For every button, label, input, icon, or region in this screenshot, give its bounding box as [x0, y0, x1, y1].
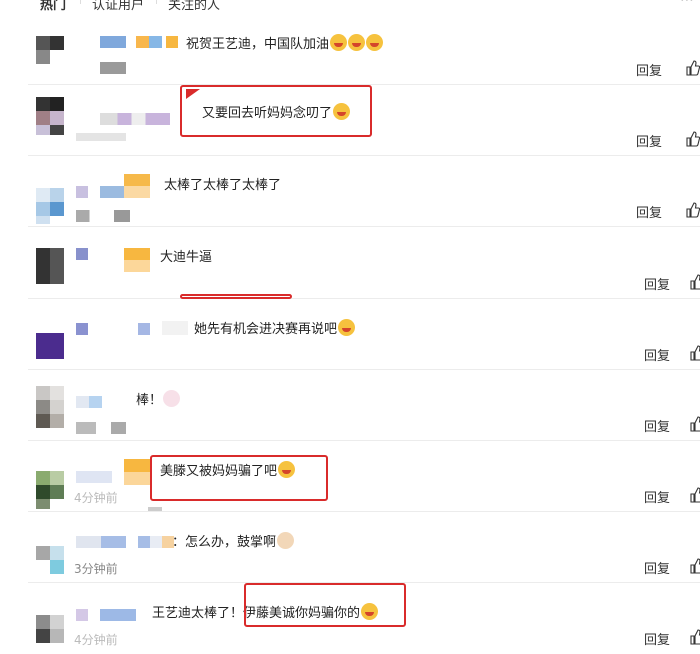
comment-item: 又要回去听妈妈念叨了 回复 [28, 85, 700, 156]
username-blurred[interactable] [76, 186, 88, 198]
comment-item: 大迪牛逼 回复 [28, 228, 700, 299]
comment-item: 棒！ 回复 [28, 370, 700, 441]
comment-text: 棒！ [136, 389, 181, 408]
user-badge-blurred [124, 248, 150, 272]
like-icon[interactable] [690, 487, 700, 503]
username-blurred[interactable] [76, 471, 112, 483]
like-icon[interactable] [690, 274, 700, 290]
timestamp-blurred [148, 507, 162, 511]
avatar[interactable] [36, 97, 64, 135]
tab-divider [80, 0, 81, 4]
avatar[interactable] [36, 382, 64, 428]
like-icon[interactable] [690, 629, 700, 645]
username-blurred[interactable] [100, 186, 126, 198]
comment-timestamp: 4分钟前 [74, 491, 118, 505]
comment-item: 4分钟前 美滕又被妈妈骗了吧 回复 [28, 441, 700, 512]
user-badge-blurred [124, 459, 150, 485]
comment-item: 4分钟前 王艺迪太棒了！伊藤美诚你妈骗你的 回复 [28, 583, 700, 654]
reply-button[interactable]: 回复 [644, 487, 670, 506]
crying-emoji-icon [338, 319, 356, 336]
user-badge-blurred [136, 36, 162, 48]
username-blurred[interactable] [138, 323, 150, 335]
comment-text: 太棒了太棒了太棒了 [164, 178, 282, 193]
tab-divider [156, 0, 157, 4]
tab-following[interactable]: 关注的人 [168, 0, 220, 13]
red-corner-mark [186, 89, 200, 99]
like-icon[interactable] [686, 60, 700, 76]
more-options-icon[interactable]: ⋯ [680, 0, 694, 8]
comment-text: 她先有机会进决赛再说吧 [194, 318, 356, 337]
reply-button[interactable]: 回复 [644, 558, 670, 577]
like-icon[interactable] [686, 202, 700, 218]
timestamp-blurred [76, 210, 130, 222]
comment-text: 祝贺王艺迪，中国队加油 [186, 33, 384, 52]
like-icon[interactable] [690, 345, 700, 361]
avatar[interactable] [36, 240, 64, 284]
tab-hot[interactable]: 热门 [40, 0, 66, 13]
crying-emoji-icon [330, 34, 348, 51]
avatar[interactable] [36, 168, 64, 224]
username-blurred[interactable] [138, 536, 174, 548]
reply-button[interactable]: 回复 [644, 274, 670, 293]
username-blurred[interactable] [76, 396, 102, 408]
username-blurred[interactable] [76, 248, 88, 260]
username-blurred[interactable] [76, 536, 126, 548]
comment-filter-bar: 热门 认证用户 关注的人 ⋯ [0, 0, 700, 14]
clapping-hands-icon [277, 532, 295, 549]
user-badge-blurred [166, 36, 178, 48]
like-icon[interactable] [686, 131, 700, 147]
user-badge-blurred [124, 174, 150, 198]
avatar[interactable] [36, 595, 64, 643]
timestamp-blurred [76, 422, 126, 434]
reply-button[interactable]: 回复 [636, 202, 662, 221]
highlight-box [244, 583, 406, 627]
crying-emoji-icon [366, 34, 384, 51]
reply-button[interactable]: 回复 [644, 629, 670, 648]
comment-text: ：怎么办，鼓掌啊 [172, 531, 295, 550]
bunny-emoji-icon [163, 390, 181, 407]
highlight-box [180, 85, 372, 137]
comment-item: ：怎么办，鼓掌啊 3分钟前 回复 [28, 512, 700, 583]
comment-item: 太棒了太棒了太棒了 回复 [28, 156, 700, 227]
username-blurred[interactable] [100, 609, 136, 621]
comment-text: 大迪牛逼 [160, 250, 213, 265]
comment-item: 祝贺王艺迪，中国队加油 回复 [28, 14, 700, 85]
comment-timestamp: 3分钟前 [74, 562, 118, 576]
avatar[interactable] [36, 524, 64, 574]
reply-button[interactable]: 回复 [636, 131, 662, 150]
reply-button[interactable]: 回复 [644, 416, 670, 435]
user-badge-blurred [162, 321, 188, 335]
avatar[interactable] [36, 26, 64, 64]
like-icon[interactable] [690, 416, 700, 432]
username-blurred[interactable] [76, 609, 88, 621]
avatar[interactable] [36, 453, 64, 509]
username-blurred[interactable] [100, 36, 126, 48]
like-icon[interactable] [690, 558, 700, 574]
timestamp-blurred [100, 62, 126, 74]
highlight-box [150, 455, 328, 501]
reply-button[interactable]: 回复 [644, 345, 670, 364]
timestamp-blurred [76, 133, 126, 141]
username-blurred[interactable] [76, 323, 88, 335]
username-blurred[interactable] [100, 113, 170, 125]
avatar[interactable] [36, 311, 64, 359]
crying-emoji-icon [348, 34, 366, 51]
comment-timestamp: 4分钟前 [74, 633, 118, 647]
reply-button[interactable]: 回复 [636, 60, 662, 79]
comment-item: 她先有机会进决赛再说吧 回复 [28, 299, 700, 370]
tab-verified-users[interactable]: 认证用户 [92, 0, 144, 13]
